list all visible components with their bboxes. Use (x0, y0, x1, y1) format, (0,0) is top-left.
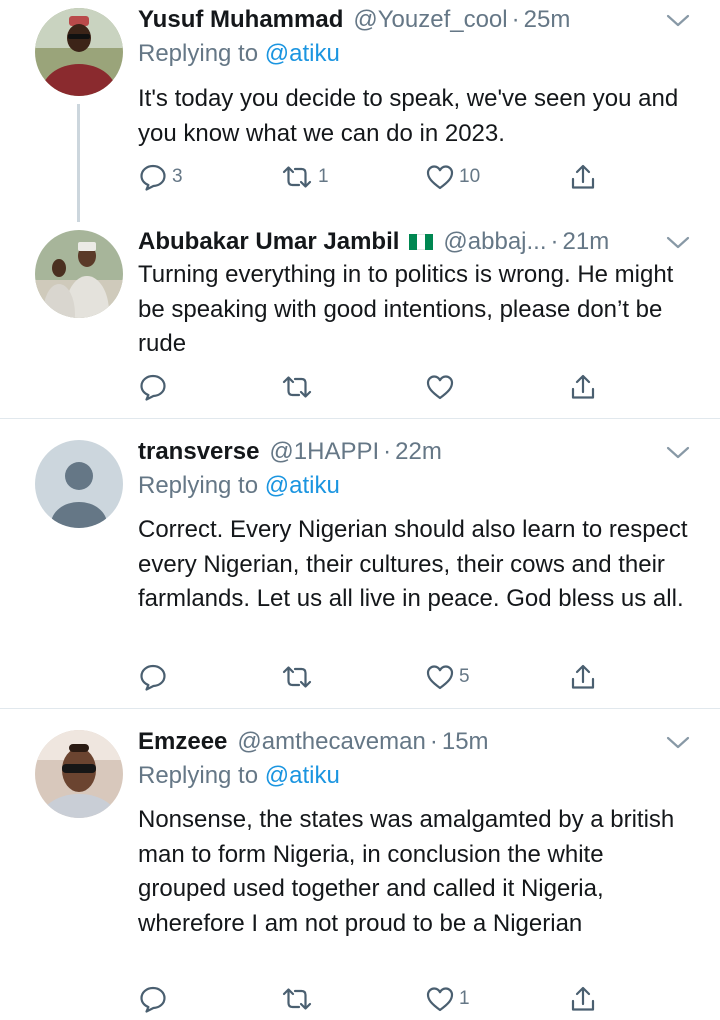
like-button[interactable] (425, 367, 455, 407)
reply-button[interactable] (138, 367, 168, 407)
like-icon (426, 987, 454, 1012)
timestamp[interactable]: 21m (563, 228, 610, 256)
tweet-text: Turning everything in to politics is wro… (138, 261, 674, 357)
nigeria-flag-icon (409, 234, 434, 250)
like-button[interactable]: 5 (425, 657, 470, 697)
tweet-actions: 1 (138, 979, 608, 1019)
reply-count: 3 (172, 166, 183, 187)
retweet-count: 1 (318, 166, 329, 187)
share-icon (571, 374, 595, 399)
tweet-text: Correct. Every Nigerian should also lear… (138, 516, 688, 612)
share-button[interactable] (568, 657, 598, 697)
replying-to: Replying to @atiku (138, 762, 340, 789)
chevron-down-icon[interactable] (664, 438, 692, 466)
retweet-button[interactable] (280, 979, 314, 1019)
tweet-actions: 5 (138, 657, 608, 697)
author-handle[interactable]: @amthecaveman (237, 728, 425, 756)
author-handle[interactable]: @abbaj... (443, 228, 546, 256)
tweet-abubakar[interactable]: Abubakar Umar Jambil @abbaj... · 21m Tur… (0, 222, 720, 418)
chevron-down-icon[interactable] (664, 228, 692, 256)
author-name[interactable]: Emzeee (138, 728, 227, 756)
timestamp[interactable]: 25m (524, 6, 571, 34)
avatar[interactable] (35, 230, 123, 318)
retweet-button[interactable] (280, 367, 314, 407)
share-icon (571, 986, 595, 1011)
reply-icon (140, 986, 166, 1013)
reply-button[interactable] (138, 657, 168, 697)
like-button[interactable]: 10 (425, 157, 480, 197)
share-icon (571, 664, 595, 689)
reply-icon (140, 374, 166, 401)
author-name[interactable]: Yusuf Muhammad (138, 6, 343, 34)
tweet-yusuf[interactable]: Yusuf Muhammad @Youzef_cool · 25m Replyi… (0, 0, 720, 222)
tweet-actions (138, 367, 608, 407)
chevron-down-icon[interactable] (664, 728, 692, 756)
replying-to: Replying to @atiku (138, 472, 340, 499)
like-count: 10 (459, 166, 481, 187)
retweet-button[interactable] (280, 657, 314, 697)
chevron-down-icon[interactable] (664, 6, 692, 34)
meta-separator: · (429, 728, 438, 755)
reply-mention-link[interactable]: @atiku (265, 40, 340, 67)
reply-icon (140, 664, 166, 691)
reply-button[interactable] (138, 979, 168, 1019)
reply-icon (140, 164, 166, 191)
replying-to: Replying to @atiku (138, 40, 340, 67)
reply-mention-link[interactable]: @atiku (265, 472, 340, 499)
tweet-transverse[interactable]: transverse @1HAPPI · 22m Replying to @at… (0, 419, 720, 708)
tweet-text: It's today you decide to speak, we've se… (138, 85, 679, 147)
like-button[interactable]: 1 (425, 979, 470, 1019)
retweet-icon (282, 988, 312, 1010)
avatar[interactable] (35, 440, 123, 528)
author-handle[interactable]: @1HAPPI (269, 438, 379, 466)
avatar[interactable] (35, 730, 123, 818)
retweet-button[interactable]: 1 (280, 157, 329, 197)
like-count: 5 (459, 666, 470, 687)
avatar[interactable] (35, 8, 123, 96)
author-name[interactable]: transverse (138, 438, 259, 466)
share-icon (571, 164, 595, 189)
like-count: 1 (459, 988, 470, 1009)
meta-separator: · (383, 438, 392, 465)
meta-separator: · (511, 6, 520, 33)
timestamp[interactable]: 15m (442, 728, 489, 756)
reply-button[interactable]: 3 (138, 157, 183, 197)
like-icon (426, 665, 454, 690)
retweet-icon (282, 666, 312, 688)
tweet-actions: 3 1 10 (138, 157, 608, 197)
share-button[interactable] (568, 367, 598, 407)
tweet-emzeee[interactable]: Emzeee @amthecaveman · 15m Replying to @… (0, 709, 720, 1020)
author-handle[interactable]: @Youzef_cool (353, 6, 507, 34)
retweet-icon (282, 166, 312, 188)
like-icon (426, 375, 454, 400)
like-icon (426, 165, 454, 190)
tweet-text: Nonsense, the states was amalgamted by a… (138, 806, 675, 937)
share-button[interactable] (568, 979, 598, 1019)
reply-mention-link[interactable]: @atiku (265, 762, 340, 789)
author-name[interactable]: Abubakar Umar Jambil (138, 228, 399, 256)
share-button[interactable] (568, 157, 598, 197)
meta-separator: · (550, 228, 559, 255)
timestamp[interactable]: 22m (395, 438, 442, 466)
retweet-icon (282, 376, 312, 398)
